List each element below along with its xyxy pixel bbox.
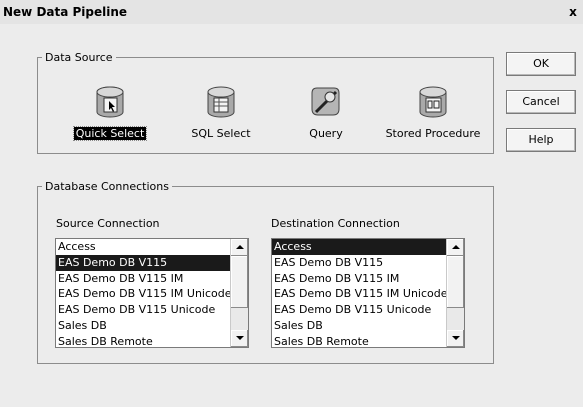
source-connection-label: Source Connection [56, 217, 160, 230]
new-data-pipeline-dialog: New Data Pipeline x Data Source Quick Se… [0, 0, 583, 407]
destination-connection-listbox[interactable]: Access EAS Demo DB V115 EAS Demo DB V115 I… [271, 238, 465, 348]
stored-procedure-db-icon [419, 86, 447, 118]
help-button[interactable]: Help [506, 128, 576, 152]
data-source-label: Quick Select [72, 126, 148, 141]
list-item[interactable]: Access [272, 239, 446, 255]
title-bar: New Data Pipeline x [0, 0, 583, 24]
scroll-down-button[interactable] [231, 330, 248, 347]
list-item[interactable]: EAS Demo DB V115 [272, 255, 446, 271]
list-item[interactable]: Sales DB Remote [272, 334, 446, 347]
source-connection-listbox[interactable]: Access EAS Demo DB V115 EAS Demo DB V115 I… [55, 238, 249, 348]
ok-button[interactable]: OK [506, 52, 576, 76]
list-item[interactable]: EAS Demo DB V115 IM Unicode [56, 286, 230, 302]
data-source-group: Data Source Quick Select SQL Select Quer… [37, 51, 494, 154]
list-item[interactable]: Sales DB [56, 318, 230, 334]
list-item[interactable]: EAS Demo DB V115 IM [272, 271, 446, 287]
arrow-down-icon [236, 336, 244, 340]
source-connection-list: Access EAS Demo DB V115 EAS Demo DB V115 I… [56, 239, 230, 347]
list-item[interactable]: EAS Demo DB V115 Unicode [56, 302, 230, 318]
list-item[interactable]: Sales DB Remote [56, 334, 230, 347]
arrow-up-icon [236, 245, 244, 249]
close-button[interactable]: x [566, 5, 580, 19]
scroll-down-button[interactable] [447, 330, 464, 347]
list-item[interactable]: Sales DB [272, 318, 446, 334]
destination-connection-label: Destination Connection [271, 217, 400, 230]
list-item[interactable]: EAS Demo DB V115 IM [56, 271, 230, 287]
data-source-sql-select[interactable]: SQL Select [166, 83, 276, 140]
arrow-up-icon [452, 245, 460, 249]
query-icon [311, 87, 340, 116]
data-source-label: Query [309, 127, 343, 140]
list-item[interactable]: EAS Demo DB V115 [56, 254, 230, 271]
scroll-up-button[interactable] [447, 239, 464, 256]
sql-select-db-icon [207, 86, 235, 118]
data-source-legend: Data Source [45, 51, 113, 64]
data-source-label: SQL Select [191, 127, 251, 140]
database-connections-group: Database Connections Source Connection A… [37, 180, 494, 364]
cancel-button[interactable]: Cancel [506, 90, 576, 114]
dialog-title: New Data Pipeline [3, 5, 128, 19]
data-source-query[interactable]: Query [271, 83, 381, 140]
arrow-down-icon [452, 336, 460, 340]
scroll-thumb[interactable] [231, 256, 248, 308]
list-item[interactable]: Access [56, 239, 230, 255]
database-connections-legend: Database Connections [45, 180, 169, 193]
data-source-label: Stored Procedure [385, 127, 481, 140]
data-source-stored-procedure[interactable]: Stored Procedure [378, 83, 488, 140]
destination-connection-list: Access EAS Demo DB V115 EAS Demo DB V115 I… [272, 239, 446, 347]
scroll-up-button[interactable] [231, 239, 248, 256]
quick-select-db-icon [96, 86, 124, 118]
scroll-thumb[interactable] [447, 256, 464, 308]
data-source-quick-select[interactable]: Quick Select [55, 83, 165, 141]
source-scrollbar[interactable] [230, 239, 248, 347]
list-item[interactable]: EAS Demo DB V115 IM Unicode [272, 286, 446, 302]
list-item[interactable]: EAS Demo DB V115 Unicode [272, 302, 446, 318]
destination-scrollbar[interactable] [446, 239, 464, 347]
